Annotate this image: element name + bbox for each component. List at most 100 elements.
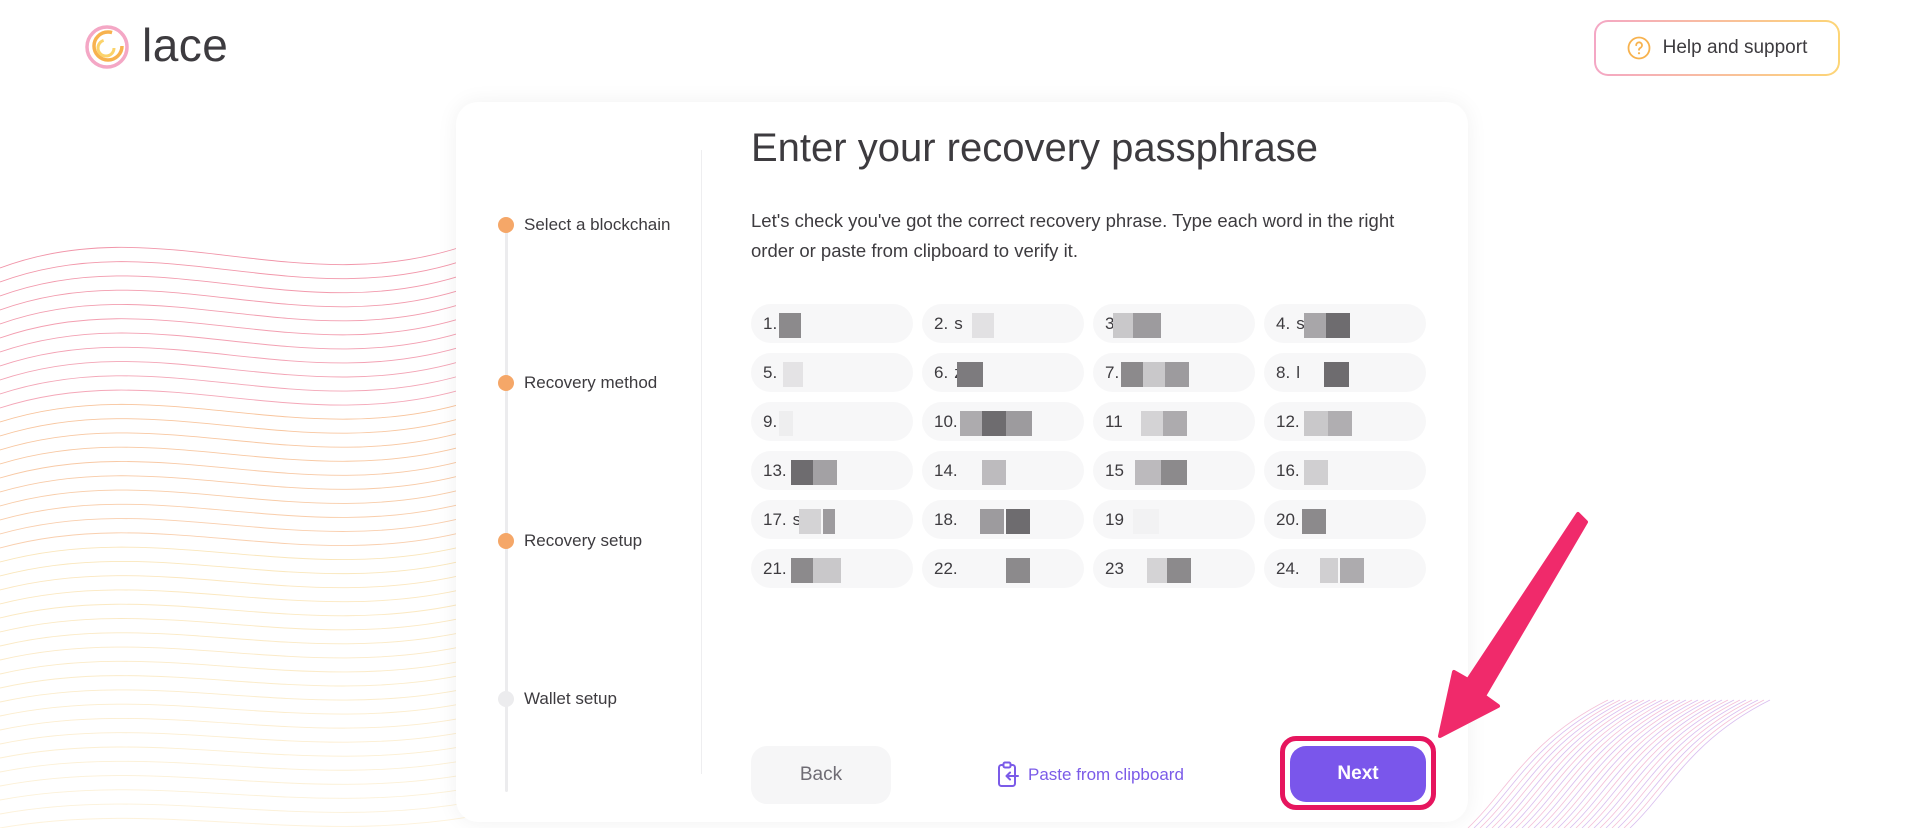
- passphrase-word-field[interactable]: 9.: [751, 402, 913, 441]
- passphrase-word-field[interactable]: 1.: [751, 304, 913, 343]
- word-input[interactable]: [1129, 558, 1248, 579]
- page-description: Let's check you've got the correct recov…: [751, 210, 1395, 261]
- word-number: 22.: [934, 558, 958, 578]
- wave-line: [0, 487, 471, 507]
- word-input[interactable]: [954, 362, 1073, 383]
- word-number: 4.: [1276, 313, 1291, 333]
- help-and-support-button[interactable]: Help and support: [1594, 20, 1840, 76]
- word-number: 24.: [1276, 558, 1300, 578]
- passphrase-word-field[interactable]: 24.: [1264, 549, 1426, 588]
- passphrase-word-field[interactable]: 11: [1093, 402, 1255, 441]
- step-label: Select a blockchain: [524, 215, 671, 234]
- wave-line: [0, 286, 471, 311]
- lace-logo: lace: [84, 19, 229, 71]
- passphrase-word-field[interactable]: 2.: [922, 304, 1084, 343]
- step-dot-current: [498, 533, 514, 549]
- passphrase-word-field[interactable]: 17.: [751, 500, 913, 539]
- word-number: 9.: [763, 411, 778, 431]
- word-input[interactable]: [1305, 509, 1424, 530]
- wave-line: [0, 759, 471, 773]
- wave-line: [0, 658, 471, 675]
- word-input[interactable]: [783, 313, 902, 334]
- wave-line: [0, 673, 471, 689]
- word-input[interactable]: [963, 558, 1082, 579]
- word-input[interactable]: [783, 362, 902, 383]
- back-button[interactable]: Back: [751, 746, 891, 804]
- wave-line: [0, 358, 471, 381]
- wave-line: [0, 544, 471, 563]
- wave-line: [0, 272, 471, 297]
- passphrase-word-field[interactable]: 16.: [1264, 451, 1426, 490]
- word-input[interactable]: [1305, 411, 1424, 432]
- word-input[interactable]: [1128, 411, 1247, 432]
- passphrase-word-field[interactable]: 14.: [922, 451, 1084, 490]
- word-input[interactable]: [963, 509, 1082, 530]
- passphrase-word-field[interactable]: 21.: [751, 549, 913, 588]
- clipboard-icon: [998, 761, 1019, 787]
- word-input[interactable]: [963, 460, 1082, 481]
- word-input[interactable]: [1125, 362, 1244, 383]
- passphrase-word-field[interactable]: 6.: [922, 353, 1084, 392]
- wave-line: [0, 386, 471, 409]
- step-dot-complete: [498, 217, 514, 233]
- passphrase-word-field[interactable]: 23: [1093, 549, 1255, 588]
- paste-from-clipboard-button[interactable]: Paste from clipboard: [996, 758, 1184, 792]
- word-number: 11: [1105, 411, 1123, 431]
- word-number: 19: [1105, 509, 1124, 529]
- passphrase-word-field[interactable]: 22.: [922, 549, 1084, 588]
- word-input[interactable]: [1125, 313, 1244, 334]
- word-number: 14.: [934, 460, 958, 480]
- word-input[interactable]: [963, 411, 1082, 432]
- wave-line: [0, 816, 471, 828]
- word-input[interactable]: [792, 509, 911, 530]
- word-number: 23: [1105, 558, 1124, 578]
- wave-line: [0, 458, 471, 479]
- step-wallet-setup: Wallet setup: [498, 689, 617, 709]
- vertical-divider: [701, 150, 702, 774]
- word-input[interactable]: [1296, 362, 1415, 383]
- word-input[interactable]: [1129, 509, 1248, 530]
- word-input[interactable]: [1305, 460, 1424, 481]
- word-input[interactable]: [792, 460, 911, 481]
- word-input[interactable]: [954, 313, 1073, 334]
- word-number: 15: [1105, 460, 1124, 480]
- step-recovery-setup: Recovery setup: [498, 531, 642, 551]
- word-input[interactable]: [1305, 558, 1424, 579]
- wave-line: [0, 787, 471, 801]
- next-button[interactable]: Next: [1290, 746, 1426, 802]
- wave-line: [0, 601, 471, 619]
- word-number: 21.: [763, 558, 787, 578]
- step-label: Recovery setup: [524, 531, 643, 550]
- app-name: lace: [142, 19, 229, 71]
- wave-line: [0, 444, 471, 465]
- page-title: Enter your recovery passphrase: [751, 126, 1318, 170]
- passphrase-word-field[interactable]: 15: [1093, 451, 1255, 490]
- passphrase-word-field[interactable]: 3.: [1093, 304, 1255, 343]
- passphrase-word-field[interactable]: 13.: [751, 451, 913, 490]
- help-and-support-label: Help and support: [1662, 37, 1808, 58]
- wave-line: [0, 572, 471, 591]
- word-input[interactable]: [792, 558, 911, 579]
- passphrase-word-field[interactable]: 12.: [1264, 402, 1426, 441]
- word-input[interactable]: [1296, 313, 1415, 334]
- passphrase-word-field[interactable]: 4.: [1264, 304, 1426, 343]
- lace-logo-icon: [85, 25, 129, 69]
- wave-line: [0, 429, 471, 451]
- passphrase-word-field[interactable]: 20.: [1264, 500, 1426, 539]
- passphrase-word-field[interactable]: 10.: [922, 402, 1084, 441]
- passphrase-word-field[interactable]: 8.: [1264, 353, 1426, 392]
- wave-line: [0, 300, 471, 325]
- word-number: 13.: [763, 460, 787, 480]
- passphrase-word-field[interactable]: 5.: [751, 353, 913, 392]
- word-input[interactable]: [1129, 460, 1248, 481]
- wave-line: [0, 343, 471, 367]
- wave-line: [0, 329, 471, 353]
- passphrase-word-field[interactable]: 19: [1093, 500, 1255, 539]
- word-input[interactable]: [783, 411, 902, 432]
- wave-line: [0, 644, 471, 661]
- passphrase-word-field[interactable]: 18.: [922, 500, 1084, 539]
- word-number: 12.: [1276, 411, 1300, 431]
- passphrase-word-field[interactable]: 7.: [1093, 353, 1255, 392]
- word-number: 3.: [1105, 313, 1120, 333]
- wave-line: [0, 401, 471, 423]
